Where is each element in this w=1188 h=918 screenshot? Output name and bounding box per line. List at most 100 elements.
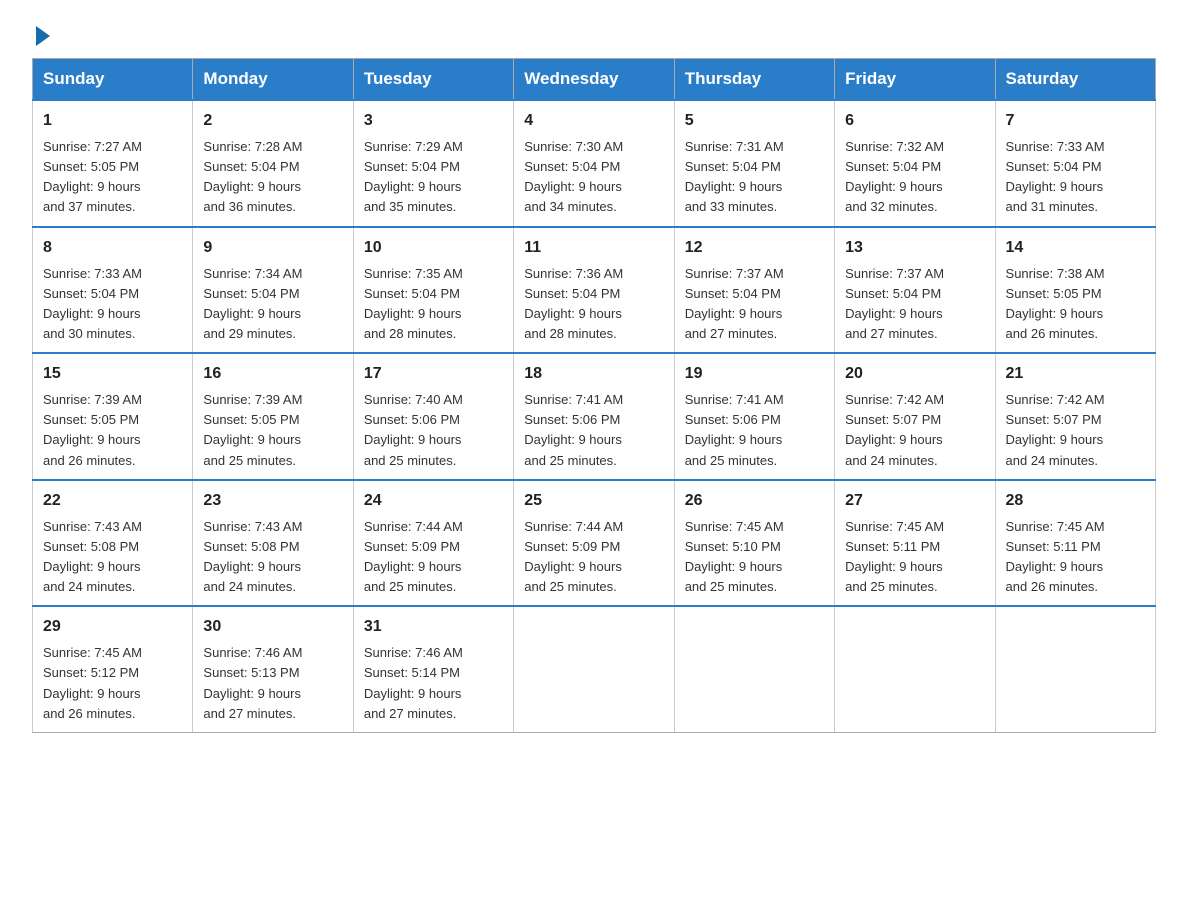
- calendar-day-cell: [835, 606, 995, 732]
- day-number: 7: [1006, 109, 1145, 133]
- day-number: 23: [203, 489, 342, 513]
- day-info: Sunrise: 7:41 AMSunset: 5:06 PMDaylight:…: [524, 390, 663, 471]
- page-header: [32, 24, 1156, 42]
- calendar-table: SundayMondayTuesdayWednesdayThursdayFrid…: [32, 58, 1156, 733]
- day-info: Sunrise: 7:35 AMSunset: 5:04 PMDaylight:…: [364, 264, 503, 345]
- day-info: Sunrise: 7:27 AMSunset: 5:05 PMDaylight:…: [43, 137, 182, 218]
- day-info: Sunrise: 7:30 AMSunset: 5:04 PMDaylight:…: [524, 137, 663, 218]
- day-info: Sunrise: 7:36 AMSunset: 5:04 PMDaylight:…: [524, 264, 663, 345]
- day-info: Sunrise: 7:32 AMSunset: 5:04 PMDaylight:…: [845, 137, 984, 218]
- day-info: Sunrise: 7:37 AMSunset: 5:04 PMDaylight:…: [845, 264, 984, 345]
- day-number: 9: [203, 236, 342, 260]
- calendar-week-row: 8 Sunrise: 7:33 AMSunset: 5:04 PMDaylight…: [33, 227, 1156, 354]
- weekday-header-tuesday: Tuesday: [353, 59, 513, 101]
- weekday-header-row: SundayMondayTuesdayWednesdayThursdayFrid…: [33, 59, 1156, 101]
- day-info: Sunrise: 7:39 AMSunset: 5:05 PMDaylight:…: [43, 390, 182, 471]
- calendar-day-cell: 14 Sunrise: 7:38 AMSunset: 5:05 PMDayligh…: [995, 227, 1155, 354]
- day-info: Sunrise: 7:45 AMSunset: 5:11 PMDaylight:…: [845, 517, 984, 598]
- day-number: 15: [43, 362, 182, 386]
- day-info: Sunrise: 7:33 AMSunset: 5:04 PMDaylight:…: [1006, 137, 1145, 218]
- calendar-week-row: 15 Sunrise: 7:39 AMSunset: 5:05 PMDayligh…: [33, 353, 1156, 480]
- calendar-day-cell: [995, 606, 1155, 732]
- day-number: 8: [43, 236, 182, 260]
- day-number: 25: [524, 489, 663, 513]
- day-number: 27: [845, 489, 984, 513]
- calendar-day-cell: 26 Sunrise: 7:45 AMSunset: 5:10 PMDayligh…: [674, 480, 834, 607]
- calendar-day-cell: 6 Sunrise: 7:32 AMSunset: 5:04 PMDaylight…: [835, 100, 995, 227]
- weekday-header-monday: Monday: [193, 59, 353, 101]
- day-number: 4: [524, 109, 663, 133]
- day-number: 11: [524, 236, 663, 260]
- day-number: 14: [1006, 236, 1145, 260]
- day-number: 6: [845, 109, 984, 133]
- day-info: Sunrise: 7:44 AMSunset: 5:09 PMDaylight:…: [524, 517, 663, 598]
- calendar-day-cell: 22 Sunrise: 7:43 AMSunset: 5:08 PMDayligh…: [33, 480, 193, 607]
- day-info: Sunrise: 7:39 AMSunset: 5:05 PMDaylight:…: [203, 390, 342, 471]
- day-info: Sunrise: 7:45 AMSunset: 5:11 PMDaylight:…: [1006, 517, 1145, 598]
- calendar-day-cell: 9 Sunrise: 7:34 AMSunset: 5:04 PMDaylight…: [193, 227, 353, 354]
- calendar-day-cell: 13Sunrise: 7:37 AMSunset: 5:04 PMDayligh…: [835, 227, 995, 354]
- day-number: 12: [685, 236, 824, 260]
- day-info: Sunrise: 7:44 AMSunset: 5:09 PMDaylight:…: [364, 517, 503, 598]
- day-number: 10: [364, 236, 503, 260]
- calendar-day-cell: 10 Sunrise: 7:35 AMSunset: 5:04 PMDayligh…: [353, 227, 513, 354]
- day-number: 2: [203, 109, 342, 133]
- day-info: Sunrise: 7:40 AMSunset: 5:06 PMDaylight:…: [364, 390, 503, 471]
- calendar-day-cell: [514, 606, 674, 732]
- day-number: 20: [845, 362, 984, 386]
- weekday-header-friday: Friday: [835, 59, 995, 101]
- day-number: 1: [43, 109, 182, 133]
- weekday-header-wednesday: Wednesday: [514, 59, 674, 101]
- calendar-week-row: 1 Sunrise: 7:27 AMSunset: 5:05 PMDaylight…: [33, 100, 1156, 227]
- weekday-header-saturday: Saturday: [995, 59, 1155, 101]
- day-info: Sunrise: 7:42 AMSunset: 5:07 PMDaylight:…: [845, 390, 984, 471]
- calendar-day-cell: 20 Sunrise: 7:42 AMSunset: 5:07 PMDayligh…: [835, 353, 995, 480]
- calendar-day-cell: 23 Sunrise: 7:43 AMSunset: 5:08 PMDayligh…: [193, 480, 353, 607]
- day-info: Sunrise: 7:33 AMSunset: 5:04 PMDaylight:…: [43, 264, 182, 345]
- day-info: Sunrise: 7:31 AMSunset: 5:04 PMDaylight:…: [685, 137, 824, 218]
- day-info: Sunrise: 7:43 AMSunset: 5:08 PMDaylight:…: [203, 517, 342, 598]
- calendar-day-cell: 24Sunrise: 7:44 AMSunset: 5:09 PMDayligh…: [353, 480, 513, 607]
- day-number: 18: [524, 362, 663, 386]
- calendar-day-cell: 25 Sunrise: 7:44 AMSunset: 5:09 PMDayligh…: [514, 480, 674, 607]
- day-number: 3: [364, 109, 503, 133]
- day-info: Sunrise: 7:38 AMSunset: 5:05 PMDaylight:…: [1006, 264, 1145, 345]
- calendar-day-cell: 30 Sunrise: 7:46 AMSunset: 5:13 PMDayligh…: [193, 606, 353, 732]
- day-number: 30: [203, 615, 342, 639]
- calendar-day-cell: 12 Sunrise: 7:37 AMSunset: 5:04 PMDayligh…: [674, 227, 834, 354]
- calendar-day-cell: 31Sunrise: 7:46 AMSunset: 5:14 PMDayligh…: [353, 606, 513, 732]
- day-number: 21: [1006, 362, 1145, 386]
- day-info: Sunrise: 7:45 AMSunset: 5:12 PMDaylight:…: [43, 643, 182, 724]
- calendar-day-cell: 29Sunrise: 7:45 AMSunset: 5:12 PMDayligh…: [33, 606, 193, 732]
- logo: [32, 24, 50, 42]
- day-number: 22: [43, 489, 182, 513]
- day-info: Sunrise: 7:43 AMSunset: 5:08 PMDaylight:…: [43, 517, 182, 598]
- day-info: Sunrise: 7:46 AMSunset: 5:13 PMDaylight:…: [203, 643, 342, 724]
- calendar-day-cell: 15 Sunrise: 7:39 AMSunset: 5:05 PMDayligh…: [33, 353, 193, 480]
- day-number: 16: [203, 362, 342, 386]
- calendar-day-cell: 17 Sunrise: 7:40 AMSunset: 5:06 PMDayligh…: [353, 353, 513, 480]
- day-info: Sunrise: 7:41 AMSunset: 5:06 PMDaylight:…: [685, 390, 824, 471]
- calendar-day-cell: 18 Sunrise: 7:41 AMSunset: 5:06 PMDayligh…: [514, 353, 674, 480]
- day-number: 5: [685, 109, 824, 133]
- day-number: 26: [685, 489, 824, 513]
- calendar-day-cell: 27 Sunrise: 7:45 AMSunset: 5:11 PMDayligh…: [835, 480, 995, 607]
- calendar-day-cell: 5 Sunrise: 7:31 AMSunset: 5:04 PMDaylight…: [674, 100, 834, 227]
- day-number: 31: [364, 615, 503, 639]
- day-info: Sunrise: 7:29 AMSunset: 5:04 PMDaylight:…: [364, 137, 503, 218]
- calendar-day-cell: 8 Sunrise: 7:33 AMSunset: 5:04 PMDaylight…: [33, 227, 193, 354]
- weekday-header-sunday: Sunday: [33, 59, 193, 101]
- day-info: Sunrise: 7:34 AMSunset: 5:04 PMDaylight:…: [203, 264, 342, 345]
- calendar-day-cell: [674, 606, 834, 732]
- day-info: Sunrise: 7:28 AMSunset: 5:04 PMDaylight:…: [203, 137, 342, 218]
- calendar-day-cell: 21Sunrise: 7:42 AMSunset: 5:07 PMDayligh…: [995, 353, 1155, 480]
- calendar-day-cell: 16 Sunrise: 7:39 AMSunset: 5:05 PMDayligh…: [193, 353, 353, 480]
- calendar-day-cell: 1 Sunrise: 7:27 AMSunset: 5:05 PMDaylight…: [33, 100, 193, 227]
- calendar-day-cell: 19Sunrise: 7:41 AMSunset: 5:06 PMDayligh…: [674, 353, 834, 480]
- calendar-day-cell: 11 Sunrise: 7:36 AMSunset: 5:04 PMDayligh…: [514, 227, 674, 354]
- day-number: 17: [364, 362, 503, 386]
- day-info: Sunrise: 7:37 AMSunset: 5:04 PMDaylight:…: [685, 264, 824, 345]
- weekday-header-thursday: Thursday: [674, 59, 834, 101]
- calendar-week-row: 22 Sunrise: 7:43 AMSunset: 5:08 PMDayligh…: [33, 480, 1156, 607]
- day-info: Sunrise: 7:45 AMSunset: 5:10 PMDaylight:…: [685, 517, 824, 598]
